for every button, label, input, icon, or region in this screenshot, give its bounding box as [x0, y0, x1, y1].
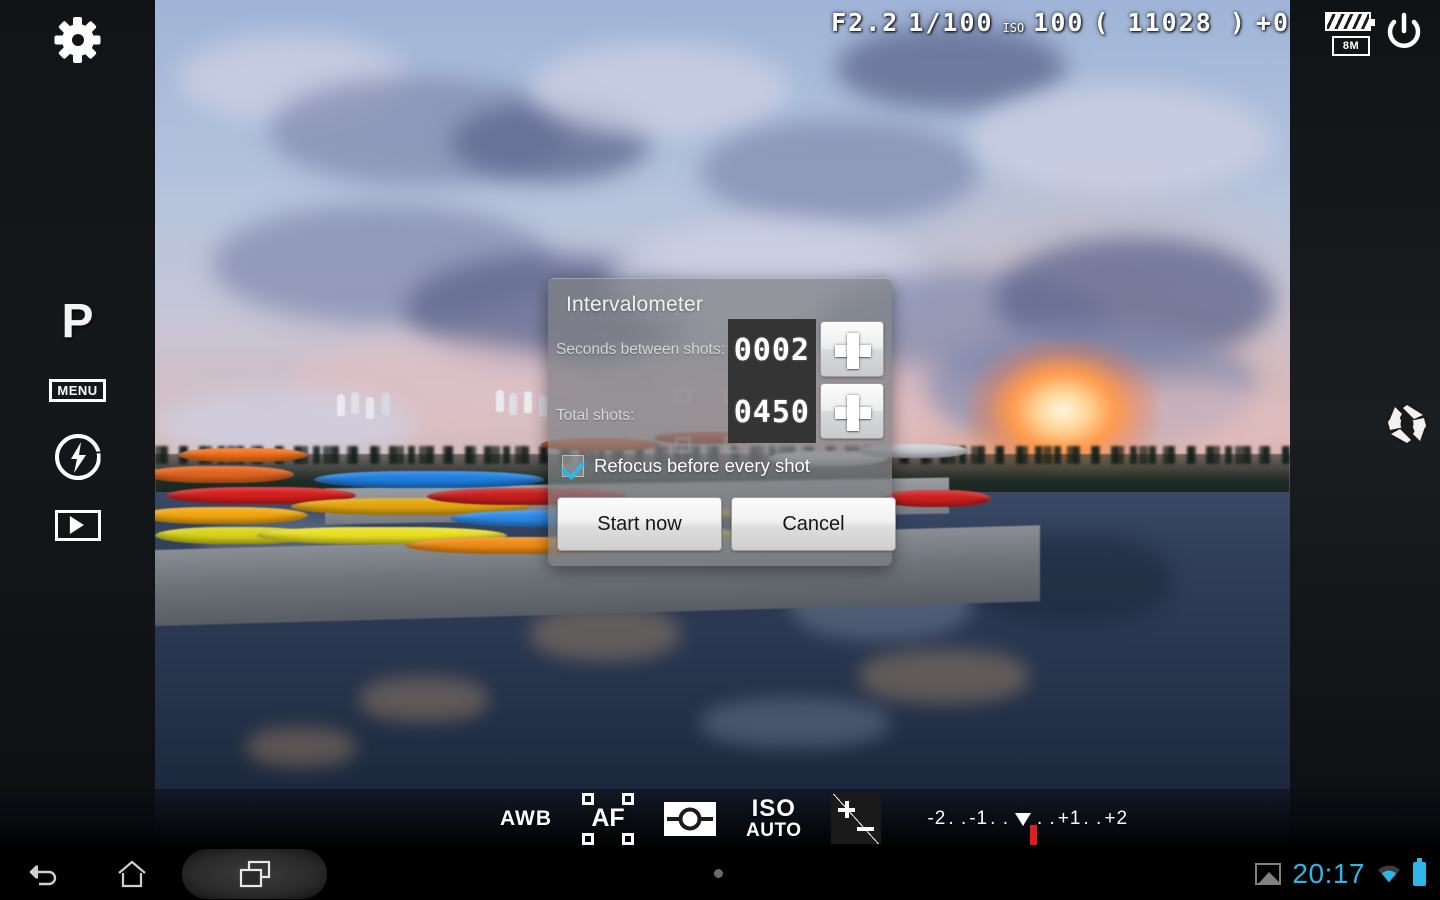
iso-label: ISO [746, 797, 801, 821]
ev-dots-d: . . [1084, 808, 1103, 830]
settings-button[interactable] [0, 10, 155, 70]
status-bar-right: 20:17 [1255, 848, 1426, 900]
white-balance-label: AWB [500, 807, 552, 831]
gallery-icon[interactable] [1255, 863, 1281, 885]
resolution-label: 8M [1343, 40, 1359, 52]
menu-label: MENU [49, 379, 105, 402]
autofocus-icon: AF [582, 793, 634, 845]
home-button[interactable] [88, 848, 176, 900]
wifi-icon [1376, 864, 1402, 884]
ev-plus-one: +1 [1058, 808, 1082, 830]
total-shots-label: Total shots: [556, 407, 634, 425]
flash-mode-button[interactable] [0, 433, 155, 481]
ev-minus-one: -1 [969, 808, 988, 830]
increase-total-shots-button[interactable] [820, 383, 884, 439]
exposure-compensation-value: +0 [1256, 8, 1290, 37]
cancel-label: Cancel [782, 513, 844, 536]
battery-icon [1325, 12, 1371, 31]
camera-app: F2.2 1/100 ISO 100 ( 11028 ) +0 P [0, 0, 1440, 848]
exposure-compensation-button[interactable] [831, 794, 881, 844]
status-clock[interactable]: 20:17 [1292, 858, 1365, 890]
resolution-badge[interactable]: 8M [1332, 36, 1370, 56]
white-balance-button[interactable]: AWB [500, 807, 552, 831]
intervalometer-dialog: Intervalometer Seconds between shots: 00… [548, 278, 892, 566]
metering-mode-button[interactable] [664, 802, 716, 836]
home-icon [116, 859, 148, 889]
camera-battery-indicator: 8M [1325, 12, 1371, 56]
seconds-between-shots-field[interactable]: 0002 [728, 319, 816, 381]
ev-pointer-icon [1015, 813, 1031, 826]
iso-button[interactable]: ISO AUTO [746, 797, 801, 840]
ev-dots-c: . . [1037, 808, 1056, 830]
left-toolbar: P MENU [0, 0, 155, 848]
aperture-value: F2.2 [831, 8, 899, 37]
shots-remaining: ( 11028 ) [1093, 8, 1246, 37]
increase-seconds-button[interactable] [820, 321, 884, 377]
cancel-button[interactable]: Cancel [731, 497, 896, 551]
tablet-screen: F2.2 1/100 ISO 100 ( 11028 ) +0 P [0, 0, 1440, 900]
flash-auto-icon [55, 434, 101, 480]
status-battery-icon [1413, 862, 1426, 886]
camera-bottom-toolbar: AWB AF ISO AUTO [0, 789, 1440, 848]
recent-apps-icon [238, 859, 272, 889]
power-icon [1382, 10, 1426, 54]
sun [968, 339, 1158, 459]
power-button[interactable] [1382, 10, 1426, 54]
shutter-speed-value: 1/100 [908, 8, 993, 37]
ev-minus-two: -2 [927, 808, 946, 830]
menu-button[interactable]: MENU [0, 377, 155, 403]
start-now-button[interactable]: Start now [557, 497, 722, 551]
total-shots-value: 0450 [734, 395, 810, 430]
start-now-label: Start now [597, 513, 681, 536]
shutter-button[interactable] [1384, 401, 1430, 447]
ev-plus-two: +2 [1104, 808, 1128, 830]
shutter-aperture-icon [1384, 401, 1430, 447]
playback-icon [55, 510, 101, 541]
camera-tools: AWB AF ISO AUTO [500, 789, 1128, 848]
iso-label: ISO [1003, 21, 1025, 35]
ev-dots-a: . . [948, 808, 967, 830]
back-icon [27, 861, 61, 887]
exposure-scale[interactable]: -2 . . -1 . . . . +1 . . +2 [927, 794, 1128, 844]
total-shots-field[interactable]: 0450 [728, 381, 816, 443]
nav-indicator-dot [714, 869, 723, 878]
focus-mode-label: AF [591, 804, 624, 833]
camera-readout: F2.2 1/100 ISO 100 ( 11028 ) +0 [831, 8, 1290, 37]
refocus-label: Refocus before every shot [594, 455, 810, 477]
refocus-checkbox[interactable] [562, 455, 584, 477]
seconds-between-shots-label: Seconds between shots: [556, 341, 725, 359]
shooting-mode-label: P [61, 298, 93, 346]
focus-mode-button[interactable]: AF [582, 793, 634, 845]
exposure-compensation-icon [831, 794, 881, 844]
exposure-scale-labels: -2 . . -1 . . . . +1 . . +2 [927, 808, 1128, 830]
shooting-mode-button[interactable]: P [0, 293, 155, 351]
ev-dots-b: . . [990, 808, 1009, 830]
iso-value-label: AUTO [746, 821, 801, 840]
back-button[interactable] [0, 848, 88, 900]
dialog-title: Intervalometer [566, 293, 703, 317]
iso-icon: ISO AUTO [746, 797, 801, 840]
ev-current-marker [1030, 825, 1037, 845]
gear-icon [54, 16, 102, 64]
recent-apps-button[interactable] [182, 849, 327, 899]
refocus-checkbox-row[interactable]: Refocus before every shot [562, 455, 810, 477]
metering-icon [664, 802, 716, 836]
playback-button[interactable] [0, 508, 155, 542]
seconds-between-shots-value: 0002 [734, 333, 810, 368]
iso-value: 100 [1033, 8, 1084, 37]
